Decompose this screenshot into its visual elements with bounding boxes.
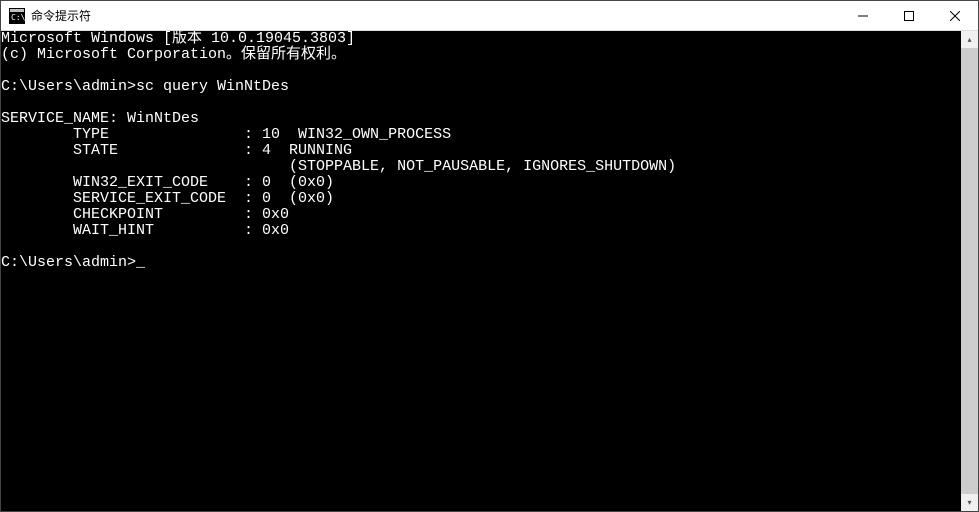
console-output[interactable]: Microsoft Windows [版本 10.0.19045.3803] (… [1, 31, 961, 511]
prompt: C:\Users\admin> [1, 254, 136, 271]
output-line: Microsoft Windows [版本 10.0.19045.3803] [1, 31, 355, 47]
output-line: WIN32_EXIT_CODE : 0 (0x0) [1, 174, 334, 191]
minimize-button[interactable] [840, 1, 886, 31]
close-button[interactable] [932, 1, 978, 31]
output-line: (STOPPABLE, NOT_PAUSABLE, IGNORES_SHUTDO… [1, 158, 676, 175]
cmd-icon: C:\ [9, 8, 25, 24]
svg-text:C:\: C:\ [11, 13, 25, 22]
output-line: SERVICE_NAME: WinNtDes [1, 110, 199, 127]
scroll-up-arrow-icon[interactable]: ▴ [961, 31, 978, 48]
output-line: STATE : 4 RUNNING [1, 142, 352, 159]
command-text: sc query WinNtDes [136, 78, 289, 95]
output-line: WAIT_HINT : 0x0 [1, 222, 289, 239]
titlebar[interactable]: C:\ 命令提示符 [1, 1, 978, 31]
maximize-button[interactable] [886, 1, 932, 31]
output-line: SERVICE_EXIT_CODE : 0 (0x0) [1, 190, 334, 207]
window-title: 命令提示符 [31, 7, 91, 24]
prompt: C:\Users\admin> [1, 78, 136, 95]
console-wrap: Microsoft Windows [版本 10.0.19045.3803] (… [1, 31, 978, 511]
scroll-down-arrow-icon[interactable]: ▾ [961, 494, 978, 511]
scroll-thumb[interactable] [961, 48, 978, 494]
scroll-track[interactable] [961, 48, 978, 494]
output-line: (c) Microsoft Corporation。保留所有权利。 [1, 46, 346, 63]
vertical-scrollbar[interactable]: ▴ ▾ [961, 31, 978, 511]
output-line: TYPE : 10 WIN32_OWN_PROCESS [1, 126, 451, 143]
cursor: _ [136, 254, 145, 271]
output-line: CHECKPOINT : 0x0 [1, 206, 289, 223]
